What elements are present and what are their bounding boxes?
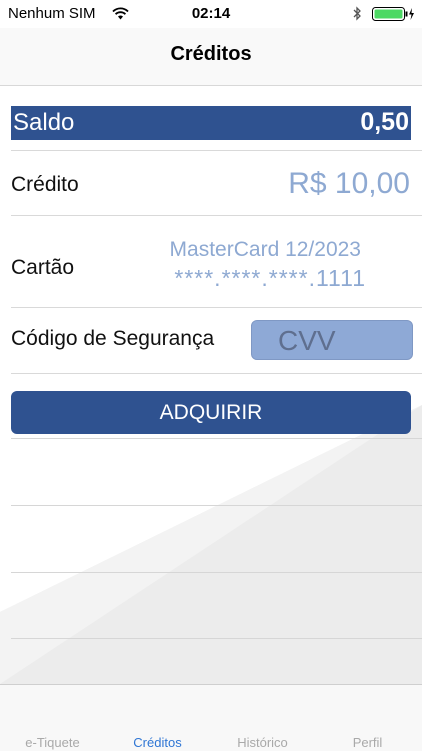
credit-label: Crédito <box>11 173 79 196</box>
balance-label: Saldo <box>13 109 75 136</box>
balance-row: Saldo 0,50 <box>11 106 411 140</box>
row-divider <box>11 150 422 151</box>
page-title: Créditos <box>170 43 252 65</box>
tab-label: Histórico <box>237 735 288 750</box>
status-bar: Nenhum SIM 02:14 <box>0 0 422 28</box>
balance-value: 0,50 <box>360 108 409 136</box>
tab-label: e-Tiquete <box>25 735 80 750</box>
row-divider <box>11 572 422 573</box>
tab-e-tiquete[interactable]: e-Tiquete <box>0 685 105 751</box>
row-divider <box>11 215 422 216</box>
card-label: Cartão <box>11 256 75 279</box>
tab-bar: e-Tiquete Créditos Histórico Perfil <box>0 684 422 751</box>
navigation-bar: Créditos <box>0 28 422 86</box>
bluetooth-icon <box>353 6 361 21</box>
card-number[interactable]: ****.****.****.1111 <box>174 265 366 292</box>
tab-creditos[interactable]: Créditos <box>105 685 210 751</box>
cvv-placeholder: CVV <box>278 325 336 356</box>
tab-label: Créditos <box>133 735 182 750</box>
row-divider <box>11 438 422 439</box>
buy-button[interactable]: ADQUIRIR <box>11 391 411 434</box>
security-code-label: Código de Segurança <box>11 327 215 350</box>
row-divider <box>11 373 422 374</box>
row-divider <box>11 638 422 639</box>
tab-perfil[interactable]: Perfil <box>315 685 420 751</box>
row-divider <box>11 505 422 506</box>
cvv-input[interactable]: CVV <box>251 320 413 360</box>
battery-icon <box>372 7 414 21</box>
tab-label: Perfil <box>352 735 383 750</box>
card-brand-expiry[interactable]: MasterCard 12/2023 <box>170 238 422 262</box>
row-divider <box>11 307 422 308</box>
tab-historico[interactable]: Histórico <box>210 685 315 751</box>
credit-amount[interactable]: R$ 10,00 <box>288 167 410 201</box>
